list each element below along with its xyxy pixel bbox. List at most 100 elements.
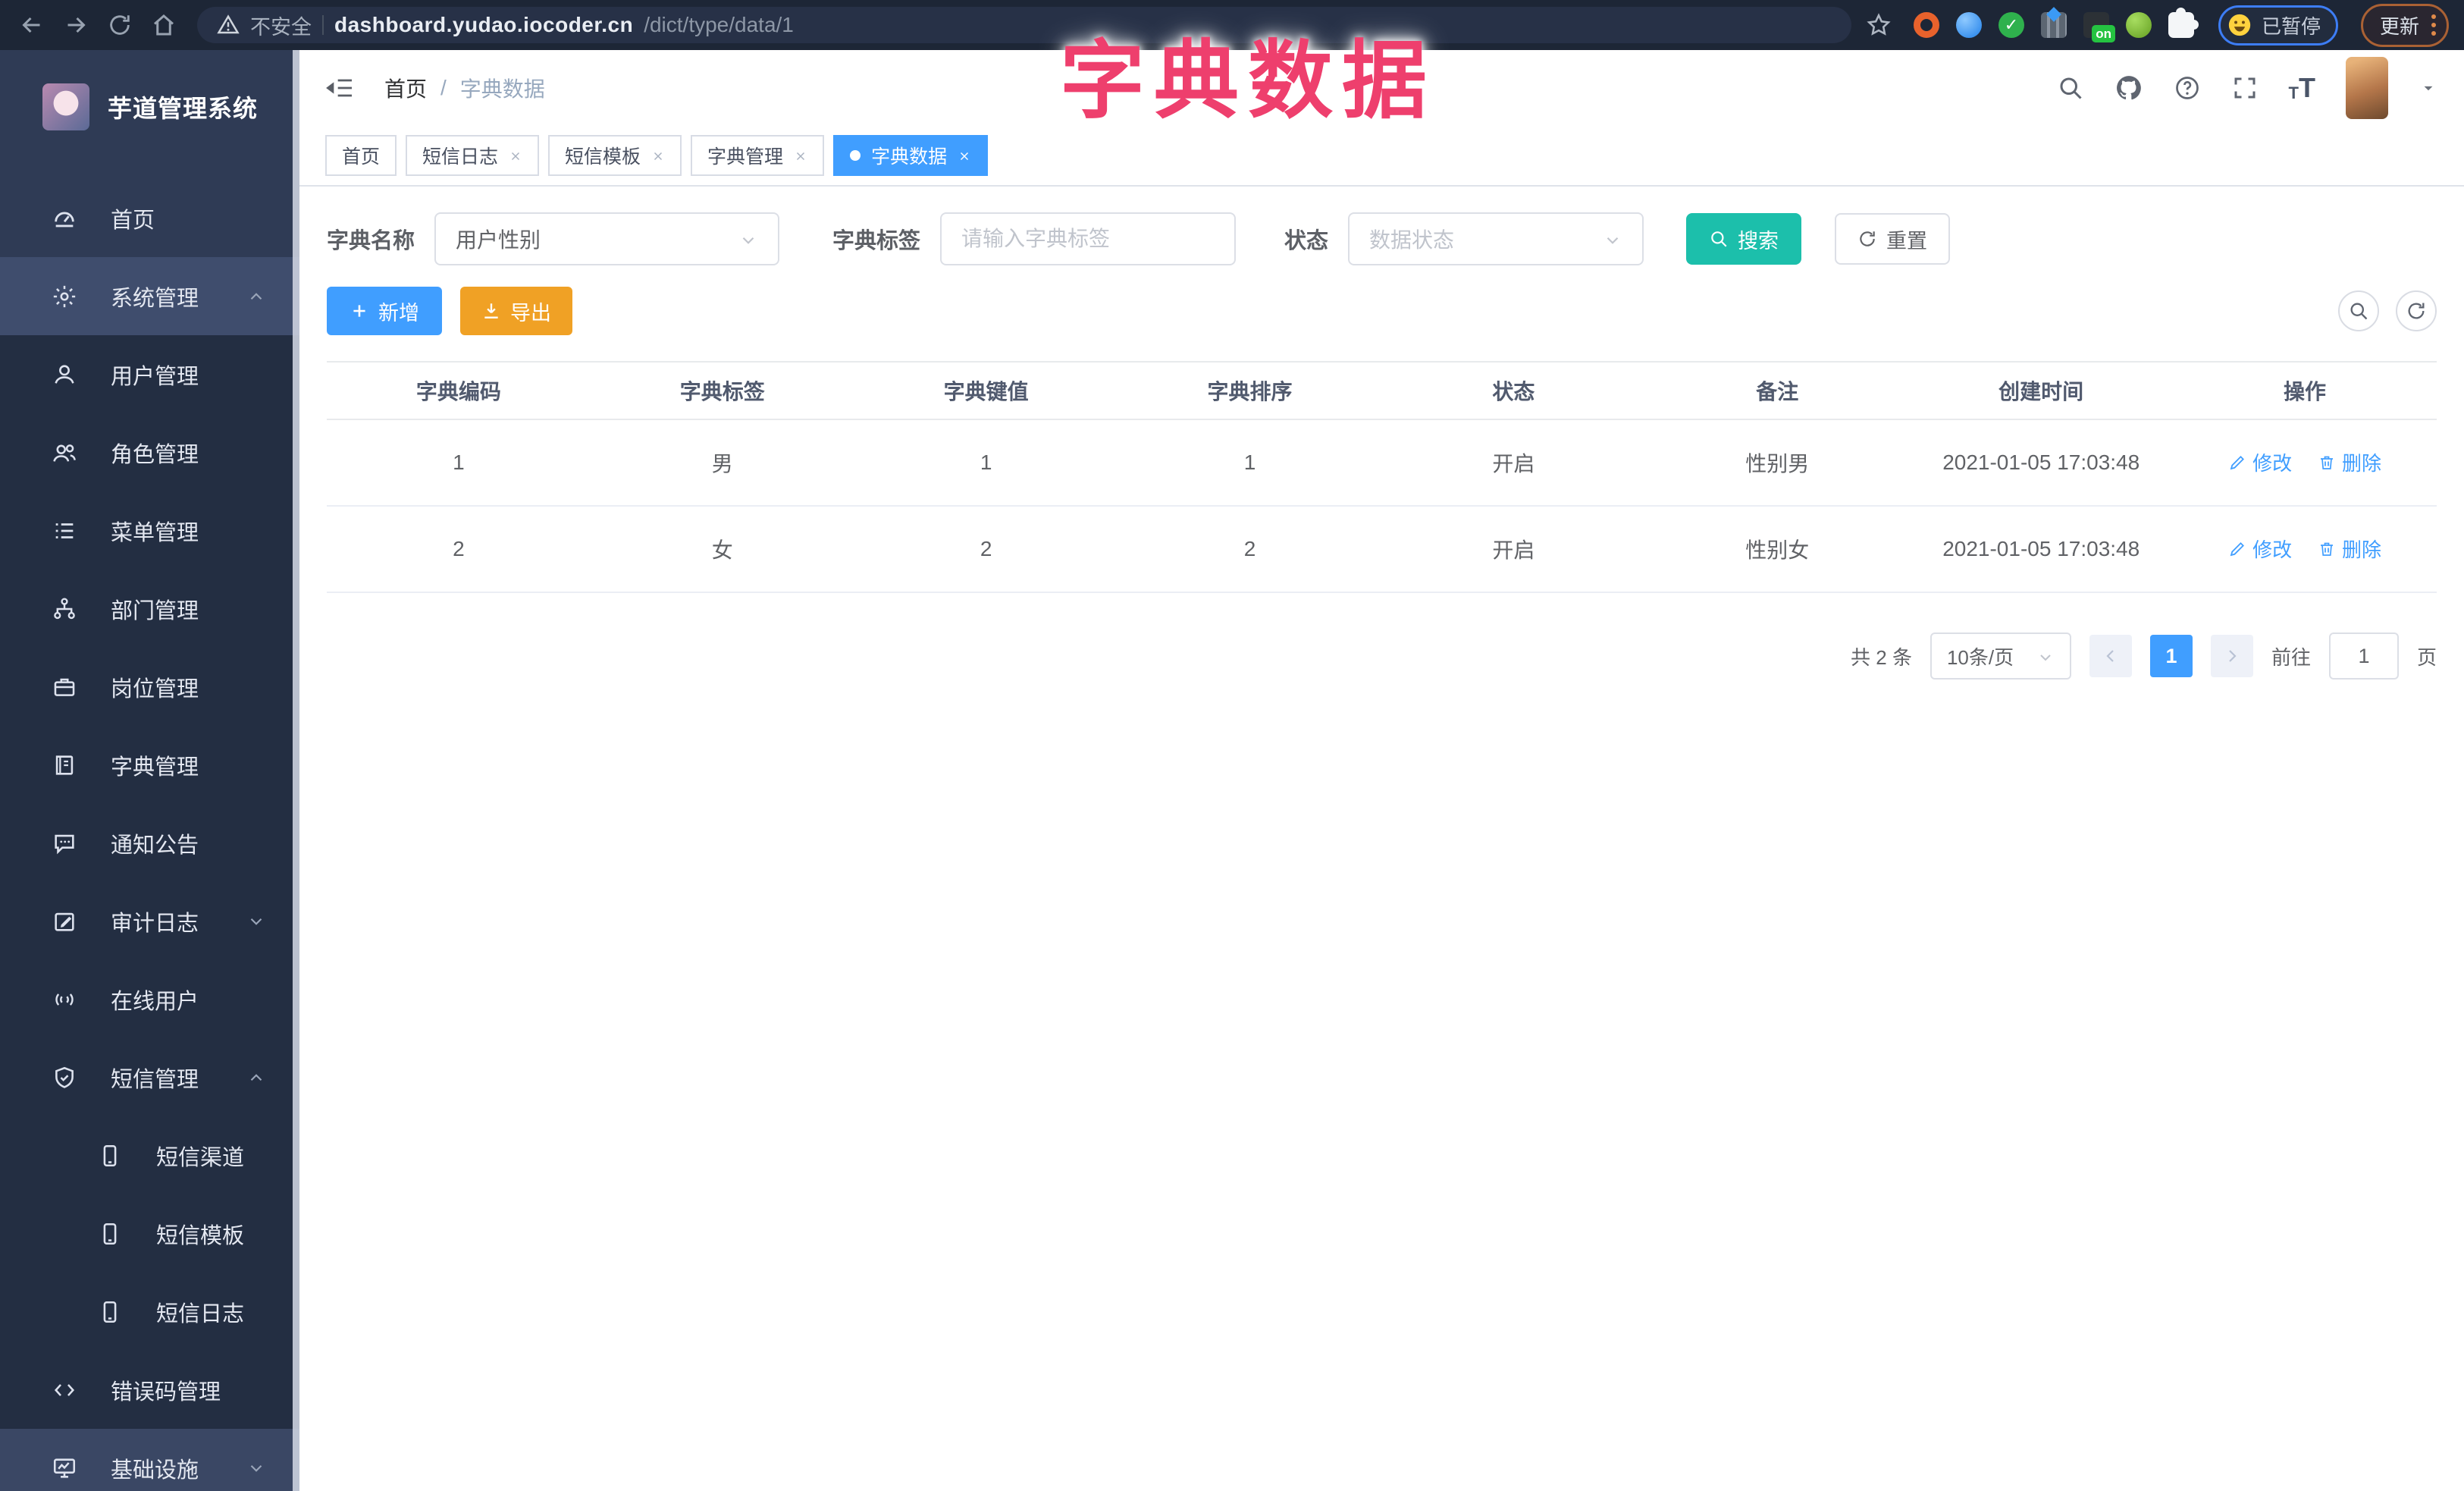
sidebar-item-sms-management[interactable]: 短信管理 (0, 1038, 299, 1116)
trash-icon (2318, 540, 2336, 558)
sidebar-item-menu-management[interactable]: 菜单管理 (0, 491, 299, 570)
extensions-puzzle-icon[interactable] (2168, 8, 2199, 38)
active-dot-icon (850, 150, 861, 161)
url-divider (322, 15, 324, 35)
search-button[interactable]: 搜索 (1686, 213, 1802, 265)
search-icon[interactable] (2057, 74, 2084, 102)
monitor-icon (50, 1455, 79, 1481)
main-area: 首页 / 字典数据 TT 首页 短信日志 短信模板 字典管理 字典数据 字典名称… (299, 50, 2464, 1491)
sidebar-item-system-management[interactable]: 系统管理 (0, 257, 299, 335)
update-label: 更新 (2379, 14, 2419, 38)
sidebar-item-role-management[interactable]: 角色管理 (0, 413, 299, 491)
chevron-up-icon (246, 1068, 266, 1088)
close-icon[interactable] (958, 145, 971, 167)
bookmark-star-icon[interactable] (1862, 8, 1895, 42)
page-size-select[interactable]: 10条/页 (1930, 632, 2071, 680)
forward-icon[interactable] (59, 8, 92, 42)
extension-green-icon[interactable] (2125, 12, 2152, 38)
dict-label-input[interactable] (961, 227, 1215, 251)
address-bar[interactable]: 不安全 dashboard.yudao.iocoder.cn /dict/typ… (197, 7, 1851, 43)
system-management-submenu: 用户管理 角色管理 菜单管理 部门管理 岗位管理 字典管理 通知公告 审计日志 … (0, 335, 299, 1429)
sidebar-item-notice[interactable]: 通知公告 (0, 804, 299, 882)
extension-orange-icon[interactable] (1913, 12, 1939, 38)
edit-link[interactable]: 修改 (2228, 448, 2292, 476)
browser-update-button[interactable]: 更新 (2360, 3, 2449, 47)
tab-dict-management[interactable]: 字典管理 (691, 135, 825, 176)
sidebar-item-sms-template[interactable]: 短信模板 (0, 1194, 299, 1273)
security-warning-icon[interactable] (217, 14, 240, 36)
sidebar-item-dict-management[interactable]: 字典管理 (0, 726, 299, 804)
extension-check-icon[interactable]: ✓ (1998, 12, 2024, 38)
user-avatar[interactable] (2346, 57, 2388, 119)
plus-icon (350, 301, 369, 321)
table-row[interactable]: 2 女 2 2 开启 性别女 2021-01-05 17:03:48 修改 删除 (327, 506, 2437, 593)
table-row[interactable]: 1 男 1 1 开启 性别男 2021-01-05 17:03:48 修改 删除 (327, 419, 2437, 507)
back-icon[interactable] (15, 8, 49, 42)
edit-link[interactable]: 修改 (2228, 535, 2292, 563)
user-menu-caret-icon[interactable] (2419, 78, 2438, 98)
sidebar-item-sms-channel[interactable]: 短信渠道 (0, 1116, 299, 1194)
org-tree-icon (50, 596, 79, 622)
chevron-down-icon (246, 1458, 266, 1478)
sidebar-item-audit-log[interactable]: 审计日志 (0, 882, 299, 960)
github-icon[interactable] (2114, 74, 2143, 102)
emoji-avatar-icon (2227, 12, 2252, 38)
sidebar-item-dept-management[interactable]: 部门管理 (0, 570, 299, 648)
font-size-icon[interactable]: TT (2289, 74, 2315, 102)
dict-name-select[interactable]: 用户性别 (434, 212, 780, 265)
app-header: 首页 / 字典数据 TT (299, 50, 2464, 126)
extension-on-badge-icon[interactable]: on (2083, 12, 2115, 42)
sidebar-item-user-management[interactable]: 用户管理 (0, 335, 299, 413)
goto-page-input[interactable] (2328, 632, 2399, 680)
browser-menu-icon[interactable] (2431, 14, 2436, 36)
page-number-current[interactable]: 1 (2149, 635, 2193, 677)
close-icon[interactable] (509, 145, 522, 167)
table-header-row: 字典编码 字典标签 字典键值 字典排序 状态 备注 创建时间 操作 (327, 361, 2437, 420)
home-icon[interactable] (147, 8, 180, 42)
shield-check-icon (50, 1065, 79, 1091)
download-icon (481, 301, 501, 321)
fullscreen-icon[interactable] (2231, 74, 2259, 102)
prev-page-button[interactable] (2089, 635, 2132, 677)
delete-link[interactable]: 删除 (2318, 535, 2381, 563)
add-button[interactable]: 新增 (327, 287, 442, 335)
sidebar-logo[interactable]: 芋道管理系统 (0, 50, 299, 164)
sidebar-item-post-management[interactable]: 岗位管理 (0, 648, 299, 726)
col-dict-value: 字典键值 (854, 361, 1118, 420)
close-icon[interactable] (794, 145, 807, 167)
toggle-search-button[interactable] (2338, 290, 2379, 331)
col-dict-code: 字典编码 (327, 361, 591, 420)
tab-sms-template[interactable]: 短信模板 (548, 135, 682, 176)
reload-icon[interactable] (103, 8, 136, 42)
phone-icon (96, 1221, 124, 1247)
tab-home[interactable]: 首页 (325, 135, 397, 176)
reset-button[interactable]: 重置 (1835, 213, 1951, 265)
help-icon[interactable] (2174, 74, 2201, 102)
page-content: 字典名称 用户性别 字典标签 状态 数据状态 (299, 187, 2464, 1491)
user-icon (50, 362, 79, 388)
paused-label: 已暂停 (2261, 14, 2321, 38)
col-dict-sort: 字典排序 (1118, 361, 1382, 420)
dict-label-label: 字典标签 (832, 229, 921, 253)
extension-bars-icon[interactable] (2040, 12, 2067, 38)
export-button[interactable]: 导出 (460, 287, 572, 335)
next-page-button[interactable] (2210, 635, 2253, 677)
tab-sms-log[interactable]: 短信日志 (406, 135, 540, 176)
delete-link[interactable]: 删除 (2318, 448, 2381, 476)
sidebar-item-error-code[interactable]: 错误码管理 (0, 1351, 299, 1429)
sidebar-item-infrastructure[interactable]: 基础设施 (0, 1429, 299, 1491)
extension-drop-icon[interactable] (1955, 12, 1982, 38)
close-icon[interactable] (651, 145, 665, 167)
profile-paused-chip[interactable]: 已暂停 (2218, 5, 2338, 46)
chevron-down-icon (2036, 645, 2055, 668)
sidebar-item-sms-log[interactable]: 短信日志 (0, 1273, 299, 1351)
status-select[interactable]: 数据状态 (1348, 212, 1644, 265)
code-icon (50, 1377, 79, 1403)
tab-dict-data[interactable]: 字典数据 (833, 135, 989, 176)
sidebar-collapse-icon[interactable] (325, 73, 356, 103)
book-icon (50, 752, 79, 778)
sidebar-item-online-users[interactable]: 在线用户 (0, 960, 299, 1038)
refresh-table-button[interactable] (2396, 290, 2437, 331)
sidebar-item-home[interactable]: 首页 (0, 179, 299, 257)
breadcrumb-home[interactable]: 首页 (384, 73, 427, 103)
